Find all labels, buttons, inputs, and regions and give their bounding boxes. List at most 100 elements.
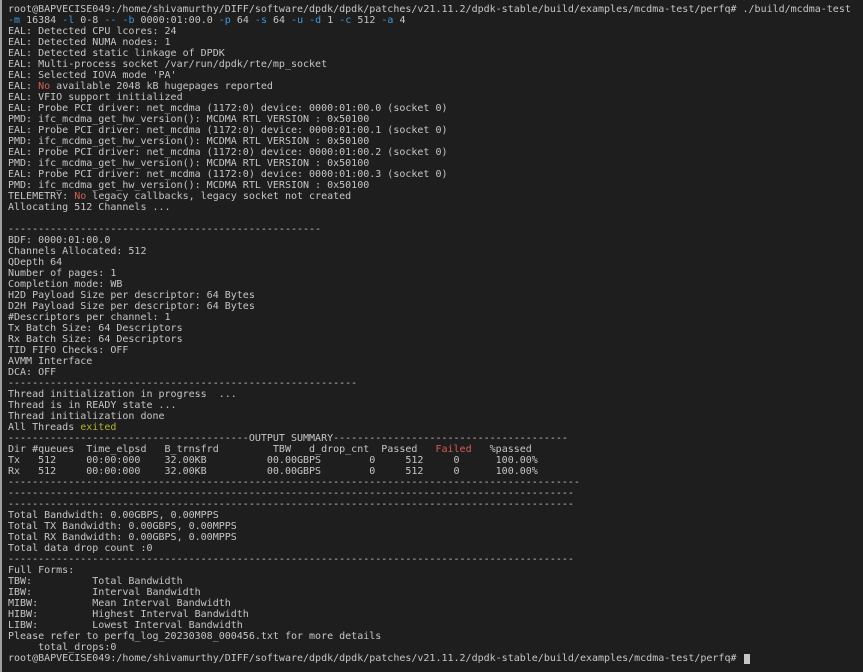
terminal-line: PMD: ifc_mcdma_get_hw_version(): MCDMA R…: [8, 136, 863, 147]
terminal-text-blue: -d: [309, 15, 321, 26]
terminal-text: ---------------------------------------: [333, 433, 568, 444]
terminal-text: D2H Payload Size per descriptor: 64 Byte…: [8, 301, 255, 312]
terminal-text-blue: -s: [255, 15, 267, 26]
terminal-text: AVMM Interface: [8, 356, 92, 367]
terminal-line: ----------------------------------------…: [8, 224, 863, 235]
terminal-text: %passed: [472, 444, 532, 455]
terminal-text: Dir #queues Time_elpsd B_trnsfrd TBW d_d…: [8, 444, 435, 455]
terminal-text: Thread initialization done: [8, 411, 165, 422]
terminal-line: ----------------------------------------…: [8, 378, 863, 389]
terminal-line: Total data drop count :0: [8, 543, 863, 554]
terminal-line: ----------------------------------------…: [8, 488, 863, 499]
terminal-text-blue: -a: [381, 15, 393, 26]
terminal-line: PMD: ifc_mcdma_get_hw_version(): MCDMA R…: [8, 180, 863, 191]
terminal-text: Please refer to perfq_log_20230308_00045…: [8, 631, 381, 642]
terminal-text-blue: -m: [8, 15, 20, 26]
terminal-line: HIBW: Highest Interval Bandwidth: [8, 609, 863, 620]
terminal-line: PMD: ifc_mcdma_get_hw_version(): MCDMA R…: [8, 158, 863, 169]
terminal-text: Channels Allocated: 512: [8, 246, 146, 257]
terminal-text: Full Forms:: [8, 565, 74, 576]
terminal-text: ----------------------------------------…: [8, 477, 580, 488]
terminal-text: Tx Batch Size: 64 Descriptors: [8, 323, 183, 334]
terminal-text: EAL: Probe PCI driver: net_mcdma (1172:0…: [8, 125, 448, 136]
terminal-line: AVMM Interface: [8, 356, 863, 367]
terminal-line: D2H Payload Size per descriptor: 64 Byte…: [8, 301, 863, 312]
terminal-line: EAL: Detected static linkage of DPDK: [8, 48, 863, 59]
terminal-line: Tx Batch Size: 64 Descriptors: [8, 323, 863, 334]
terminal-text: 512: [351, 15, 381, 26]
terminal-text: OUTPUT SUMMARY: [249, 433, 333, 444]
terminal-line: #Descriptors per channel: 1: [8, 312, 863, 323]
terminal-line: MIBW: Mean Interval Bandwidth: [8, 598, 863, 609]
terminal-text: ----------------------------------------…: [8, 554, 574, 565]
terminal-text: EAL: Detected NUMA nodes: 1: [8, 37, 171, 48]
terminal-text: EAL: VFIO support initialized: [8, 92, 183, 103]
terminal-text: IBW: Interval Bandwidth: [8, 587, 201, 598]
terminal-text: BDF: 0000:01:00.0: [8, 235, 110, 246]
terminal-text: EAL: Multi-process socket /var/run/dpdk/…: [8, 59, 327, 70]
terminal-text: ----------------------------------------…: [8, 224, 321, 235]
terminal-text-red: No: [74, 191, 86, 202]
terminal-cursor[interactable]: [744, 654, 750, 664]
terminal-line: root@BAPVECISE049:/home/shivamurthy/DIFF…: [8, 4, 863, 15]
terminal-line: Total Bandwidth: 0.00GBPS, 0.00MPPS: [8, 510, 863, 521]
terminal-text: 64: [267, 15, 291, 26]
terminal-line: EAL: Probe PCI driver: net_mcdma (1172:0…: [8, 103, 863, 114]
terminal-line: ----------------------------------------…: [8, 433, 863, 444]
terminal-text: PMD: ifc_mcdma_get_hw_version(): MCDMA R…: [8, 136, 369, 147]
terminal-text: PMD: ifc_mcdma_get_hw_version(): MCDMA R…: [8, 158, 369, 169]
terminal-line: Full Forms:: [8, 565, 863, 576]
terminal-line: EAL: Detected CPU lcores: 24: [8, 26, 863, 37]
terminal-text: Total TX Bandwidth: 0.00GBPS, 0.00MPPS: [8, 521, 237, 532]
terminal-line: EAL: Detected NUMA nodes: 1: [8, 37, 863, 48]
terminal-text: Tx 512 00:00:000 32.00KB 00.00GBPS 0 512…: [8, 455, 538, 466]
terminal-text: 16384: [20, 15, 62, 26]
terminal-text: Total data drop count :0: [8, 543, 153, 554]
terminal-output: root@BAPVECISE049:/home/shivamurthy/DIFF…: [8, 4, 863, 664]
terminal-line: Dir #queues Time_elpsd B_trnsfrd TBW d_d…: [8, 444, 863, 455]
terminal-line: Number of pages: 1: [8, 268, 863, 279]
terminal-text: Allocating 512 Channels ...: [8, 202, 171, 213]
terminal-line: H2D Payload Size per descriptor: 64 Byte…: [8, 290, 863, 301]
terminal-text: 0000:01:00.0: [134, 15, 218, 26]
terminal-line: IBW: Interval Bandwidth: [8, 587, 863, 598]
terminal-line: EAL: VFIO support initialized: [8, 92, 863, 103]
terminal-line: Thread initialization done: [8, 411, 863, 422]
terminal-line: EAL: Probe PCI driver: net_mcdma (1172:0…: [8, 169, 863, 180]
terminal-window[interactable]: root@BAPVECISE049:/home/shivamurthy/DIFF…: [0, 0, 863, 672]
terminal-text: 0-8: [74, 15, 104, 26]
terminal-line: EAL: Multi-process socket /var/run/dpdk/…: [8, 59, 863, 70]
terminal-line: PMD: ifc_mcdma_get_hw_version(): MCDMA R…: [8, 114, 863, 125]
terminal-text: MIBW: Mean Interval Bandwidth: [8, 598, 231, 609]
terminal-text-blue: -l: [62, 15, 74, 26]
terminal-text: LIBW: Lowest Interval Bandwidth: [8, 620, 243, 631]
terminal-text: EAL: Detected CPU lcores: 24: [8, 26, 177, 37]
terminal-line: TID FIFO Checks: OFF: [8, 345, 863, 356]
terminal-text: root@BAPVECISE049:/home/shivamurthy/DIFF…: [8, 4, 851, 15]
terminal-text: EAL: Selected IOVA mode 'PA': [8, 70, 177, 81]
terminal-text: All Threads: [8, 422, 80, 433]
terminal-text-blue: -u: [291, 15, 303, 26]
terminal-text-blue: -c: [339, 15, 351, 26]
terminal-text: EAL: Probe PCI driver: net_mcdma (1172:0…: [8, 169, 448, 180]
terminal-text: HIBW: Highest Interval Bandwidth: [8, 609, 249, 620]
terminal-text: TID FIFO Checks: OFF: [8, 345, 128, 356]
terminal-text: EAL: Detected static linkage of DPDK: [8, 48, 225, 59]
terminal-line: BDF: 0000:01:00.0: [8, 235, 863, 246]
terminal-text: Rx Batch Size: 64 Descriptors: [8, 334, 183, 345]
terminal-text: legacy callbacks, legacy socket not crea…: [86, 191, 351, 202]
terminal-line: LIBW: Lowest Interval Bandwidth: [8, 620, 863, 631]
terminal-line: EAL: Probe PCI driver: net_mcdma (1172:0…: [8, 125, 863, 136]
terminal-line: -m 16384 -l 0-8 -- -b 0000:01:00.0 -p 64…: [8, 15, 863, 26]
terminal-text: root@BAPVECISE049:/home/shivamurthy/DIFF…: [8, 653, 743, 664]
terminal-line: All Threads exited: [8, 422, 863, 433]
terminal-text: ----------------------------------------…: [8, 499, 574, 510]
terminal-line: DCA: OFF: [8, 367, 863, 378]
terminal-text: EAL: Probe PCI driver: net_mcdma (1172:0…: [8, 147, 448, 158]
terminal-text-blue: -b: [122, 15, 134, 26]
terminal-text: ----------------------------------------: [8, 433, 249, 444]
terminal-text: PMD: ifc_mcdma_get_hw_version(): MCDMA R…: [8, 180, 369, 191]
terminal-text: Thread initialization in progress ...: [8, 389, 237, 400]
terminal-text: ----------------------------------------…: [8, 378, 357, 389]
terminal-line: total_drops:0: [8, 642, 863, 653]
